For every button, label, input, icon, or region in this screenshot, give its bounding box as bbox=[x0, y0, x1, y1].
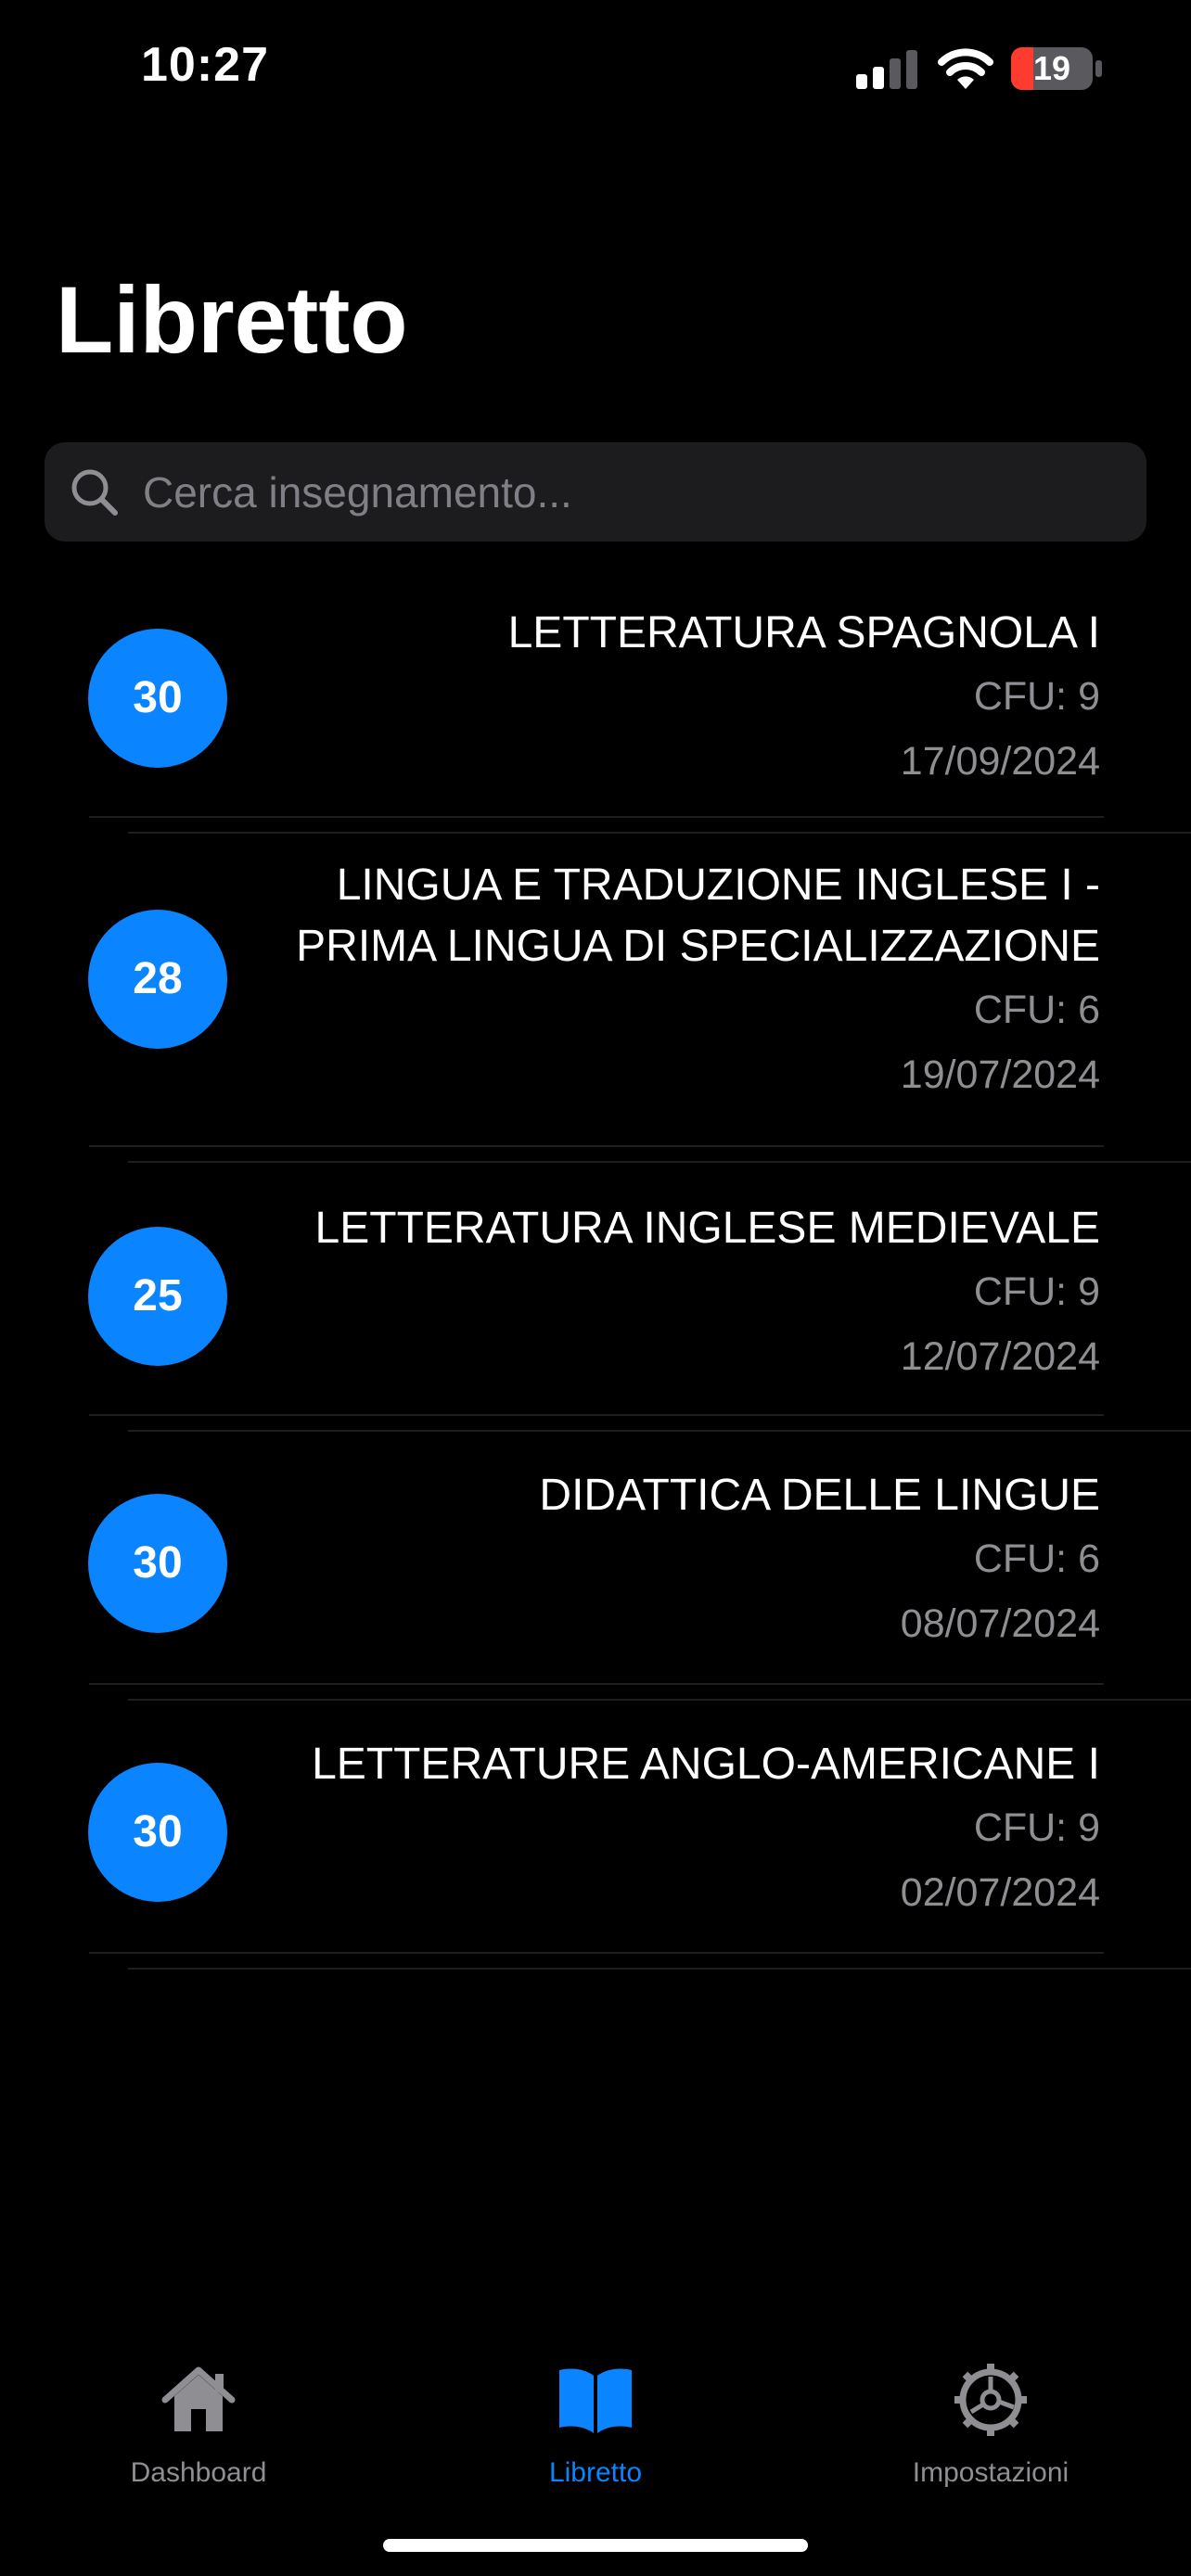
exam-date: 17/09/2024 bbox=[900, 739, 1100, 784]
tab-label: Libretto bbox=[548, 2457, 643, 2488]
course-name: DIDATTICA DELLE LINGUE bbox=[539, 1471, 1100, 1520]
row-divider bbox=[89, 1145, 1104, 1147]
exam-details: LINGUA E TRADUZIONE INGLESE I - PRIMA LI… bbox=[296, 855, 1100, 1107]
exam-date: 02/07/2024 bbox=[900, 1870, 1100, 1915]
wifi-icon bbox=[938, 48, 993, 89]
battery-level: 19 bbox=[1032, 49, 1071, 87]
course-name: LETTERATURA INGLESE MEDIEVALE bbox=[314, 1204, 1100, 1253]
exam-details: LETTERATURA SPAGNOLA I CFU: 9 17/09/2024 bbox=[508, 603, 1100, 794]
course-cfu: CFU: 9 bbox=[973, 674, 1100, 719]
exam-row[interactable]: 28 LINGUA E TRADUZIONE INGLESE I - PRIMA… bbox=[0, 832, 1191, 1163]
row-divider bbox=[89, 816, 1104, 818]
exam-details: LETTERATURE ANGLO-AMERICANE I CFU: 9 02/… bbox=[312, 1734, 1100, 1925]
row-divider bbox=[128, 1968, 1191, 1970]
gear-icon bbox=[954, 2364, 1027, 2436]
row-divider bbox=[89, 1414, 1104, 1416]
exam-row[interactable]: 30 DIDATTICA DELLE LINGUE CFU: 6 08/07/2… bbox=[0, 1430, 1191, 1701]
exam-date: 12/07/2024 bbox=[900, 1334, 1100, 1379]
tab-dashboard[interactable]: Dashboard bbox=[59, 2337, 338, 2488]
search-icon bbox=[71, 469, 118, 516]
row-divider bbox=[89, 1683, 1104, 1685]
status-bar: 10:27 19 bbox=[0, 0, 1191, 139]
status-time: 10:27 bbox=[141, 38, 269, 92]
search-bar[interactable] bbox=[45, 442, 1146, 542]
exam-row[interactable]: 30 LETTERATURA SPAGNOLA I CFU: 9 17/09/2… bbox=[0, 575, 1191, 834]
course-name-line-2: PRIMA LINGUA DI SPECIALIZZAZIONE bbox=[296, 922, 1100, 971]
exam-details: LETTERATURA INGLESE MEDIEVALE CFU: 9 12/… bbox=[315, 1198, 1100, 1389]
exam-list: 30 LETTERATURA SPAGNOLA I CFU: 9 17/09/2… bbox=[0, 575, 1191, 1970]
book-icon bbox=[559, 2368, 632, 2433]
tab-impostazioni[interactable]: Impostazioni bbox=[852, 2337, 1130, 2488]
course-cfu: CFU: 9 bbox=[973, 1805, 1100, 1850]
course-cfu: CFU: 9 bbox=[973, 1269, 1100, 1314]
tab-label: Impostazioni bbox=[912, 2457, 1069, 2488]
tab-libretto[interactable]: Libretto bbox=[456, 2337, 735, 2488]
grade-badge: 30 bbox=[88, 1494, 227, 1633]
search-input[interactable] bbox=[143, 442, 1126, 542]
exam-details: DIDATTICA DELLE LINGUE CFU: 6 08/07/2024 bbox=[539, 1465, 1100, 1656]
grade-badge: 25 bbox=[88, 1227, 227, 1366]
grade-badge: 30 bbox=[88, 1763, 227, 1902]
course-name: LETTERATURE ANGLO-AMERICANE I bbox=[312, 1740, 1100, 1789]
exam-date: 19/07/2024 bbox=[900, 1052, 1100, 1097]
grade-badge: 30 bbox=[88, 629, 227, 768]
row-divider bbox=[89, 1952, 1104, 1954]
exam-row[interactable]: 25 LETTERATURA INGLESE MEDIEVALE CFU: 9 … bbox=[0, 1161, 1191, 1432]
exam-row[interactable]: 30 LETTERATURE ANGLO-AMERICANE I CFU: 9 … bbox=[0, 1699, 1191, 1970]
home-indicator[interactable] bbox=[383, 2539, 808, 2552]
exam-date: 08/07/2024 bbox=[900, 1601, 1100, 1646]
grade-badge: 28 bbox=[88, 910, 227, 1049]
tab-label: Dashboard bbox=[130, 2457, 267, 2488]
course-name-line-1: LINGUA E TRADUZIONE INGLESE I - bbox=[336, 861, 1100, 910]
cellular-signal-icon bbox=[856, 50, 917, 89]
course-cfu: CFU: 6 bbox=[973, 988, 1100, 1032]
course-name: LETTERATURA SPAGNOLA I bbox=[507, 608, 1100, 657]
house-icon bbox=[161, 2366, 236, 2431]
page-title: Libretto bbox=[56, 267, 408, 373]
course-cfu: CFU: 6 bbox=[973, 1537, 1100, 1581]
